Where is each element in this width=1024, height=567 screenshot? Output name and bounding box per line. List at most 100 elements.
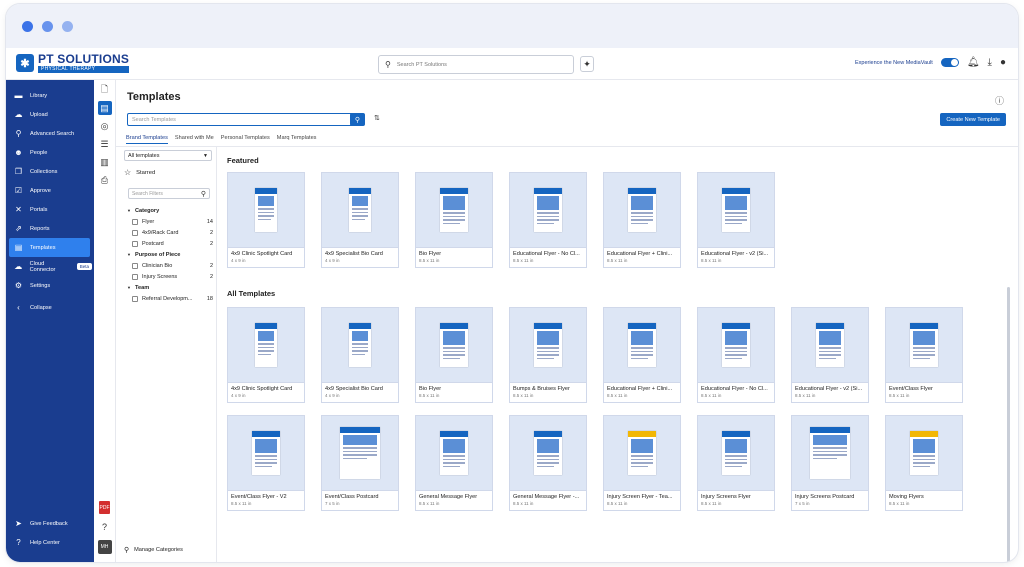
template-thumbnail[interactable] xyxy=(791,415,869,491)
sidebar-item-collections[interactable]: ❐ Collections xyxy=(6,162,92,181)
bell-icon[interactable]: 🔔︎ xyxy=(967,57,980,68)
filter-checkbox[interactable] xyxy=(132,295,138,302)
sidebar-item-settings[interactable]: ⚙ Settings xyxy=(6,276,92,295)
filter-row[interactable]: Injury Screens 2 xyxy=(127,271,213,282)
template-card[interactable]: 4x9 Specialist Bio Card 4 x 9 in xyxy=(321,307,399,403)
starred-filter[interactable]: ☆ Starred xyxy=(124,168,155,177)
sidebar-item-collapse[interactable]: ‹ Collapse xyxy=(6,298,92,317)
download-icon[interactable]: ⤓ xyxy=(988,57,992,68)
print-icon[interactable]: ⎙ xyxy=(98,173,112,187)
tab-shared-with-me[interactable]: Shared with Me xyxy=(175,135,214,144)
filter-group-header[interactable]: ▼ Team xyxy=(127,285,213,291)
template-thumbnail[interactable] xyxy=(227,415,305,491)
template-card[interactable]: Moving Flyers 8.5 x 11 in xyxy=(885,415,963,511)
template-card[interactable]: Event/Class Postcard 7 x 5 in xyxy=(321,415,399,511)
avatar[interactable]: MH xyxy=(97,540,112,554)
tab-marq-templates[interactable]: Marq Templates xyxy=(277,135,317,144)
template-card[interactable]: Educational Flyer + Clini... 8.5 x 11 in xyxy=(603,172,681,268)
template-card[interactable]: Injury Screen Flyer - Tea... 8.5 x 11 in xyxy=(603,415,681,511)
stack-icon[interactable]: ☰ xyxy=(98,137,112,151)
window-dot-icon[interactable] xyxy=(22,20,33,32)
template-card[interactable]: Event/Class Flyer - V2 8.5 x 11 in xyxy=(227,415,305,511)
mediavault-toggle[interactable] xyxy=(940,58,959,67)
bar-chart-icon[interactable]: ▥ xyxy=(98,155,112,169)
template-thumbnail[interactable] xyxy=(509,415,587,491)
sidebar-item-advanced-search[interactable]: ⚲ Advanced Search xyxy=(6,124,92,143)
vertical-scrollbar[interactable] xyxy=(1007,287,1010,562)
template-thumbnail[interactable] xyxy=(415,415,493,491)
template-thumbnail[interactable] xyxy=(415,172,493,248)
template-thumbnail[interactable] xyxy=(697,307,775,383)
filter-checkbox[interactable] xyxy=(132,273,138,280)
template-thumbnail[interactable] xyxy=(509,172,587,248)
window-dot-icon[interactable] xyxy=(42,20,53,32)
template-card[interactable]: 4x9 Clinic Spotlight Card 4 x 9 in xyxy=(227,307,305,403)
filter-row[interactable]: Clinician Bio 2 xyxy=(127,260,213,271)
template-card[interactable]: Bio Flyer 8.5 x 11 in xyxy=(415,172,493,268)
template-thumbnail[interactable] xyxy=(509,307,587,383)
template-thumbnail[interactable] xyxy=(321,307,399,383)
info-icon[interactable]: ⓘ xyxy=(995,94,1004,107)
template-thumbnail[interactable] xyxy=(603,172,681,248)
template-card[interactable]: Educational Flyer - v2 (Si... 8.5 x 11 in xyxy=(791,307,869,403)
pdf-icon[interactable]: PDF xyxy=(99,501,110,514)
filter-checkbox[interactable] xyxy=(132,240,138,247)
tab-personal-templates[interactable]: Personal Templates xyxy=(221,135,270,144)
filter-group-header[interactable]: ▼ Purpose of Piece xyxy=(127,252,213,258)
sidebar-item-approve[interactable]: ☑ Approve xyxy=(6,181,92,200)
document-icon[interactable]: 🗋 xyxy=(98,83,112,97)
template-card[interactable]: Educational Flyer + Clini... 8.5 x 11 in xyxy=(603,307,681,403)
template-thumbnail[interactable] xyxy=(227,172,305,248)
sidebar-item-people[interactable]: ☻ People xyxy=(6,143,92,162)
filter-search-input[interactable]: Search Filters ⚲ xyxy=(128,188,210,199)
sidebar-item-templates[interactable]: ▤ Templates xyxy=(9,238,90,257)
tab-brand-templates[interactable]: Brand Templates xyxy=(126,135,168,144)
sort-icon[interactable]: ⇅ xyxy=(374,114,380,122)
create-template-button[interactable]: Create New Template xyxy=(940,113,1006,126)
template-thumbnail[interactable] xyxy=(791,307,869,383)
template-card[interactable]: 4x9 Clinic Spotlight Card 4 x 9 in xyxy=(227,172,305,268)
template-card[interactable]: Event/Class Flyer 8.5 x 11 in xyxy=(885,307,963,403)
template-thumbnail[interactable] xyxy=(321,415,399,491)
template-thumbnail[interactable] xyxy=(885,415,963,491)
template-search-input[interactable]: Search Templates xyxy=(127,113,357,126)
ai-sparkle-button[interactable]: ✦ xyxy=(580,56,594,72)
template-thumbnail[interactable] xyxy=(603,415,681,491)
template-card[interactable]: Bio Flyer 8.5 x 11 in xyxy=(415,307,493,403)
sidebar-item-reports[interactable]: ⇗ Reports xyxy=(6,219,92,238)
user-icon[interactable]: ● xyxy=(1000,57,1006,68)
template-card[interactable]: Educational Flyer - No Cl... 8.5 x 11 in xyxy=(697,307,775,403)
template-thumbnail[interactable] xyxy=(697,172,775,248)
global-search-input[interactable]: ⚲ Search PT Solutions xyxy=(378,55,574,74)
window-dot-icon[interactable] xyxy=(62,20,73,32)
filter-checkbox[interactable] xyxy=(132,262,138,269)
template-scope-select[interactable]: All templates ▼ xyxy=(124,150,212,161)
sidebar-item-upload[interactable]: ☁ Upload xyxy=(6,105,92,124)
templates-rail-icon[interactable]: ▤ xyxy=(97,101,112,115)
template-thumbnail[interactable] xyxy=(415,307,493,383)
sidebar-item-cloud-connector[interactable]: ☁ Cloud Connector Beta xyxy=(6,257,92,276)
template-card[interactable]: Educational Flyer - v2 (Si... 8.5 x 11 in xyxy=(697,172,775,268)
template-card[interactable]: Injury Screens Flyer 8.5 x 11 in xyxy=(697,415,775,511)
app-logo[interactable]: ✱ PT SOLUTIONS PHYSICAL THERAPY xyxy=(16,53,130,73)
sidebar-item-library[interactable]: ▬ Library xyxy=(6,86,92,105)
template-thumbnail[interactable] xyxy=(321,172,399,248)
template-thumbnail[interactable] xyxy=(227,307,305,383)
filter-checkbox[interactable] xyxy=(132,218,138,225)
filter-row[interactable]: Postcard 2 xyxy=(127,238,213,249)
template-card[interactable]: General Message Flyer 8.5 x 11 in xyxy=(415,415,493,511)
filter-row[interactable]: Flyer 14 xyxy=(127,216,213,227)
template-thumbnail[interactable] xyxy=(603,307,681,383)
template-card[interactable]: General Message Flyer -... 8.5 x 11 in xyxy=(509,415,587,511)
template-card[interactable]: Educational Flyer - No Cl... 8.5 x 11 in xyxy=(509,172,587,268)
filter-checkbox[interactable] xyxy=(132,229,138,236)
globe-icon[interactable]: ◎ xyxy=(98,119,112,133)
template-search-button[interactable]: ⚲ xyxy=(350,113,365,126)
sidebar-bottom-help-center[interactable]: ? Help Center xyxy=(6,533,92,552)
filter-row[interactable]: 4x9/Rack Card 2 xyxy=(127,227,213,238)
template-card[interactable]: 4x9 Specialist Bio Card 4 x 9 in xyxy=(321,172,399,268)
sidebar-bottom-give-feedback[interactable]: ➤ Give Feedback xyxy=(6,514,92,533)
template-thumbnail[interactable] xyxy=(885,307,963,383)
filter-row[interactable]: Referral Developm... 18 xyxy=(127,293,213,304)
template-card[interactable]: Bumps & Bruises Flyer 8.5 x 11 in xyxy=(509,307,587,403)
